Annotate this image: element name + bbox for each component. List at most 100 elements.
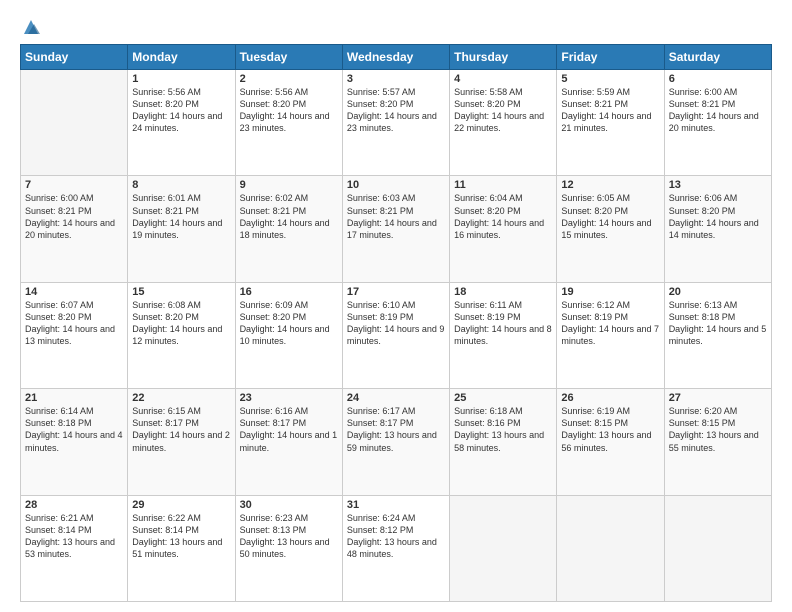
weekday-header-friday: Friday xyxy=(557,45,664,70)
day-detail: Sunrise: 6:02 AMSunset: 8:21 PMDaylight:… xyxy=(240,192,338,241)
day-number: 31 xyxy=(347,499,445,511)
day-number: 3 xyxy=(347,73,445,85)
day-number: 2 xyxy=(240,73,338,85)
week-row-3: 14Sunrise: 6:07 AMSunset: 8:20 PMDayligh… xyxy=(21,282,772,388)
day-number: 5 xyxy=(561,73,659,85)
calendar-cell: 14Sunrise: 6:07 AMSunset: 8:20 PMDayligh… xyxy=(21,282,128,388)
day-detail: Sunrise: 6:11 AMSunset: 8:19 PMDaylight:… xyxy=(454,299,552,348)
calendar-cell: 7Sunrise: 6:00 AMSunset: 8:21 PMDaylight… xyxy=(21,176,128,282)
day-detail: Sunrise: 6:13 AMSunset: 8:18 PMDaylight:… xyxy=(669,299,767,348)
day-detail: Sunrise: 6:08 AMSunset: 8:20 PMDaylight:… xyxy=(132,299,230,348)
calendar-cell: 8Sunrise: 6:01 AMSunset: 8:21 PMDaylight… xyxy=(128,176,235,282)
weekday-header-sunday: Sunday xyxy=(21,45,128,70)
day-number: 26 xyxy=(561,392,659,404)
day-detail: Sunrise: 6:03 AMSunset: 8:21 PMDaylight:… xyxy=(347,192,445,241)
day-detail: Sunrise: 6:04 AMSunset: 8:20 PMDaylight:… xyxy=(454,192,552,241)
day-number: 1 xyxy=(132,73,230,85)
day-detail: Sunrise: 6:14 AMSunset: 8:18 PMDaylight:… xyxy=(25,405,123,454)
day-number: 7 xyxy=(25,179,123,191)
day-detail: Sunrise: 6:09 AMSunset: 8:20 PMDaylight:… xyxy=(240,299,338,348)
day-detail: Sunrise: 6:12 AMSunset: 8:19 PMDaylight:… xyxy=(561,299,659,348)
calendar-cell: 3Sunrise: 5:57 AMSunset: 8:20 PMDaylight… xyxy=(342,70,449,176)
day-detail: Sunrise: 6:23 AMSunset: 8:13 PMDaylight:… xyxy=(240,512,338,561)
calendar-cell xyxy=(557,495,664,601)
day-detail: Sunrise: 6:05 AMSunset: 8:20 PMDaylight:… xyxy=(561,192,659,241)
calendar-cell: 23Sunrise: 6:16 AMSunset: 8:17 PMDayligh… xyxy=(235,389,342,495)
day-detail: Sunrise: 6:01 AMSunset: 8:21 PMDaylight:… xyxy=(132,192,230,241)
calendar-cell: 5Sunrise: 5:59 AMSunset: 8:21 PMDaylight… xyxy=(557,70,664,176)
calendar-cell: 25Sunrise: 6:18 AMSunset: 8:16 PMDayligh… xyxy=(450,389,557,495)
calendar-cell: 9Sunrise: 6:02 AMSunset: 8:21 PMDaylight… xyxy=(235,176,342,282)
day-detail: Sunrise: 6:20 AMSunset: 8:15 PMDaylight:… xyxy=(669,405,767,454)
day-number: 24 xyxy=(347,392,445,404)
calendar-cell: 27Sunrise: 6:20 AMSunset: 8:15 PMDayligh… xyxy=(664,389,771,495)
calendar-cell: 19Sunrise: 6:12 AMSunset: 8:19 PMDayligh… xyxy=(557,282,664,388)
calendar-cell: 20Sunrise: 6:13 AMSunset: 8:18 PMDayligh… xyxy=(664,282,771,388)
calendar-cell: 1Sunrise: 5:56 AMSunset: 8:20 PMDaylight… xyxy=(128,70,235,176)
calendar-cell xyxy=(21,70,128,176)
calendar-cell: 30Sunrise: 6:23 AMSunset: 8:13 PMDayligh… xyxy=(235,495,342,601)
day-number: 29 xyxy=(132,499,230,511)
logo-icon xyxy=(20,16,42,38)
day-detail: Sunrise: 6:18 AMSunset: 8:16 PMDaylight:… xyxy=(454,405,552,454)
page: SundayMondayTuesdayWednesdayThursdayFrid… xyxy=(0,0,792,612)
calendar-table: SundayMondayTuesdayWednesdayThursdayFrid… xyxy=(20,44,772,602)
weekday-header-thursday: Thursday xyxy=(450,45,557,70)
day-number: 15 xyxy=(132,286,230,298)
calendar-cell: 12Sunrise: 6:05 AMSunset: 8:20 PMDayligh… xyxy=(557,176,664,282)
calendar-cell: 24Sunrise: 6:17 AMSunset: 8:17 PMDayligh… xyxy=(342,389,449,495)
weekday-header-tuesday: Tuesday xyxy=(235,45,342,70)
day-number: 11 xyxy=(454,179,552,191)
day-detail: Sunrise: 6:07 AMSunset: 8:20 PMDaylight:… xyxy=(25,299,123,348)
calendar-cell: 22Sunrise: 6:15 AMSunset: 8:17 PMDayligh… xyxy=(128,389,235,495)
day-number: 19 xyxy=(561,286,659,298)
week-row-1: 1 Sunrise: 5:56 AMSunset: 8:20 PMDaylight… xyxy=(21,70,772,176)
logo xyxy=(20,16,46,38)
day-detail: Sunrise: 6:06 AMSunset: 8:20 PMDaylight:… xyxy=(669,192,767,241)
day-detail: Sunrise: 6:17 AMSunset: 8:17 PMDaylight:… xyxy=(347,405,445,454)
day-number: 28 xyxy=(25,499,123,511)
calendar-cell: 29Sunrise: 6:22 AMSunset: 8:14 PMDayligh… xyxy=(128,495,235,601)
day-detail: Sunrise: 6:22 AMSunset: 8:14 PMDaylight:… xyxy=(132,512,230,561)
day-detail: Sunrise: 6:21 AMSunset: 8:14 PMDaylight:… xyxy=(25,512,123,561)
calendar-cell xyxy=(664,495,771,601)
day-number: 4 xyxy=(454,73,552,85)
calendar-cell: 28Sunrise: 6:21 AMSunset: 8:14 PMDayligh… xyxy=(21,495,128,601)
day-detail: Sunrise: 6:19 AMSunset: 8:15 PMDaylight:… xyxy=(561,405,659,454)
week-row-2: 7Sunrise: 6:00 AMSunset: 8:21 PMDaylight… xyxy=(21,176,772,282)
calendar-cell: 13Sunrise: 6:06 AMSunset: 8:20 PMDayligh… xyxy=(664,176,771,282)
weekday-header-wednesday: Wednesday xyxy=(342,45,449,70)
day-number: 18 xyxy=(454,286,552,298)
day-number: 21 xyxy=(25,392,123,404)
weekday-header-monday: Monday xyxy=(128,45,235,70)
day-number: 13 xyxy=(669,179,767,191)
day-number: 27 xyxy=(669,392,767,404)
calendar-cell: 18Sunrise: 6:11 AMSunset: 8:19 PMDayligh… xyxy=(450,282,557,388)
day-detail: Sunrise: 6:16 AMSunset: 8:17 PMDaylight:… xyxy=(240,405,338,454)
calendar-cell: 17Sunrise: 6:10 AMSunset: 8:19 PMDayligh… xyxy=(342,282,449,388)
calendar-cell: 16Sunrise: 6:09 AMSunset: 8:20 PMDayligh… xyxy=(235,282,342,388)
calendar-cell: 10Sunrise: 6:03 AMSunset: 8:21 PMDayligh… xyxy=(342,176,449,282)
day-number: 9 xyxy=(240,179,338,191)
week-row-5: 28Sunrise: 6:21 AMSunset: 8:14 PMDayligh… xyxy=(21,495,772,601)
day-number: 23 xyxy=(240,392,338,404)
calendar-cell: 11Sunrise: 6:04 AMSunset: 8:20 PMDayligh… xyxy=(450,176,557,282)
day-number: 6 xyxy=(669,73,767,85)
calendar-cell: 31Sunrise: 6:24 AMSunset: 8:12 PMDayligh… xyxy=(342,495,449,601)
day-number: 16 xyxy=(240,286,338,298)
weekday-header-row: SundayMondayTuesdayWednesdayThursdayFrid… xyxy=(21,45,772,70)
day-detail: Sunrise: 5:56 AMSunset: 8:20 PMDaylight:… xyxy=(240,86,338,135)
week-row-4: 21Sunrise: 6:14 AMSunset: 8:18 PMDayligh… xyxy=(21,389,772,495)
day-detail: Sunrise: 5:58 AMSunset: 8:20 PMDaylight:… xyxy=(454,86,552,135)
header xyxy=(20,16,772,38)
calendar-cell xyxy=(450,495,557,601)
day-detail: Sunrise: 6:10 AMSunset: 8:19 PMDaylight:… xyxy=(347,299,445,348)
day-number: 22 xyxy=(132,392,230,404)
day-detail: Sunrise: 6:24 AMSunset: 8:12 PMDaylight:… xyxy=(347,512,445,561)
day-detail: Sunrise: 6:15 AMSunset: 8:17 PMDaylight:… xyxy=(132,405,230,454)
day-number: 25 xyxy=(454,392,552,404)
calendar-cell: 26Sunrise: 6:19 AMSunset: 8:15 PMDayligh… xyxy=(557,389,664,495)
calendar-cell: 6Sunrise: 6:00 AMSunset: 8:21 PMDaylight… xyxy=(664,70,771,176)
day-number: 10 xyxy=(347,179,445,191)
day-detail: Sunrise: 5:59 AMSunset: 8:21 PMDaylight:… xyxy=(561,86,659,135)
